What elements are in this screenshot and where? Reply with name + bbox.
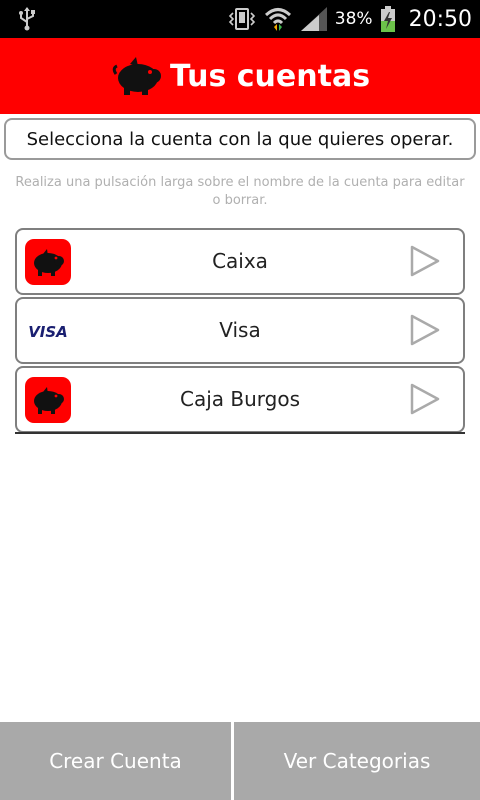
chevron-right-icon[interactable] [409,245,441,277]
account-item-caja-burgos[interactable]: Caja Burgos [15,366,465,433]
instruction-box: Selecciona la cuenta con la que quieres … [4,118,476,160]
piggy-bank-icon [25,239,71,285]
view-categories-button[interactable]: Ver Categorias [234,722,480,800]
bottom-button-bar: Crear Cuenta Ver Categorias [0,722,480,800]
visa-card-icon: VISA [28,323,68,341]
clock: 20:50 [408,6,472,32]
piggy-bank-icon [25,377,71,423]
battery-charging-icon [380,6,395,32]
wifi-icon [264,8,291,31]
chevron-right-icon[interactable] [409,314,441,346]
account-name: Visa [219,318,261,342]
create-account-button[interactable]: Crear Cuenta [0,722,231,800]
account-name: Caixa [212,249,268,273]
hint-text: Realiza una pulsación larga sobre el nom… [15,175,465,208]
status-bar: 38% 20:50 [0,0,480,38]
piggy-bank-icon [112,57,161,95]
account-item-caixa[interactable]: Caixa [15,228,465,295]
app-header: Tus cuentas [0,38,480,114]
battery-percent: 38% [334,9,373,29]
vibrate-icon [228,8,255,30]
signal-icon [300,7,327,31]
account-item-visa[interactable]: VISA Visa [15,297,465,364]
list-divider [15,432,465,434]
visa-logo-text: VISA [28,323,68,341]
usb-icon [19,7,35,31]
account-name: Caja Burgos [179,387,300,411]
chevron-right-icon[interactable] [409,383,441,415]
page-title: Tus cuentas [169,58,371,94]
